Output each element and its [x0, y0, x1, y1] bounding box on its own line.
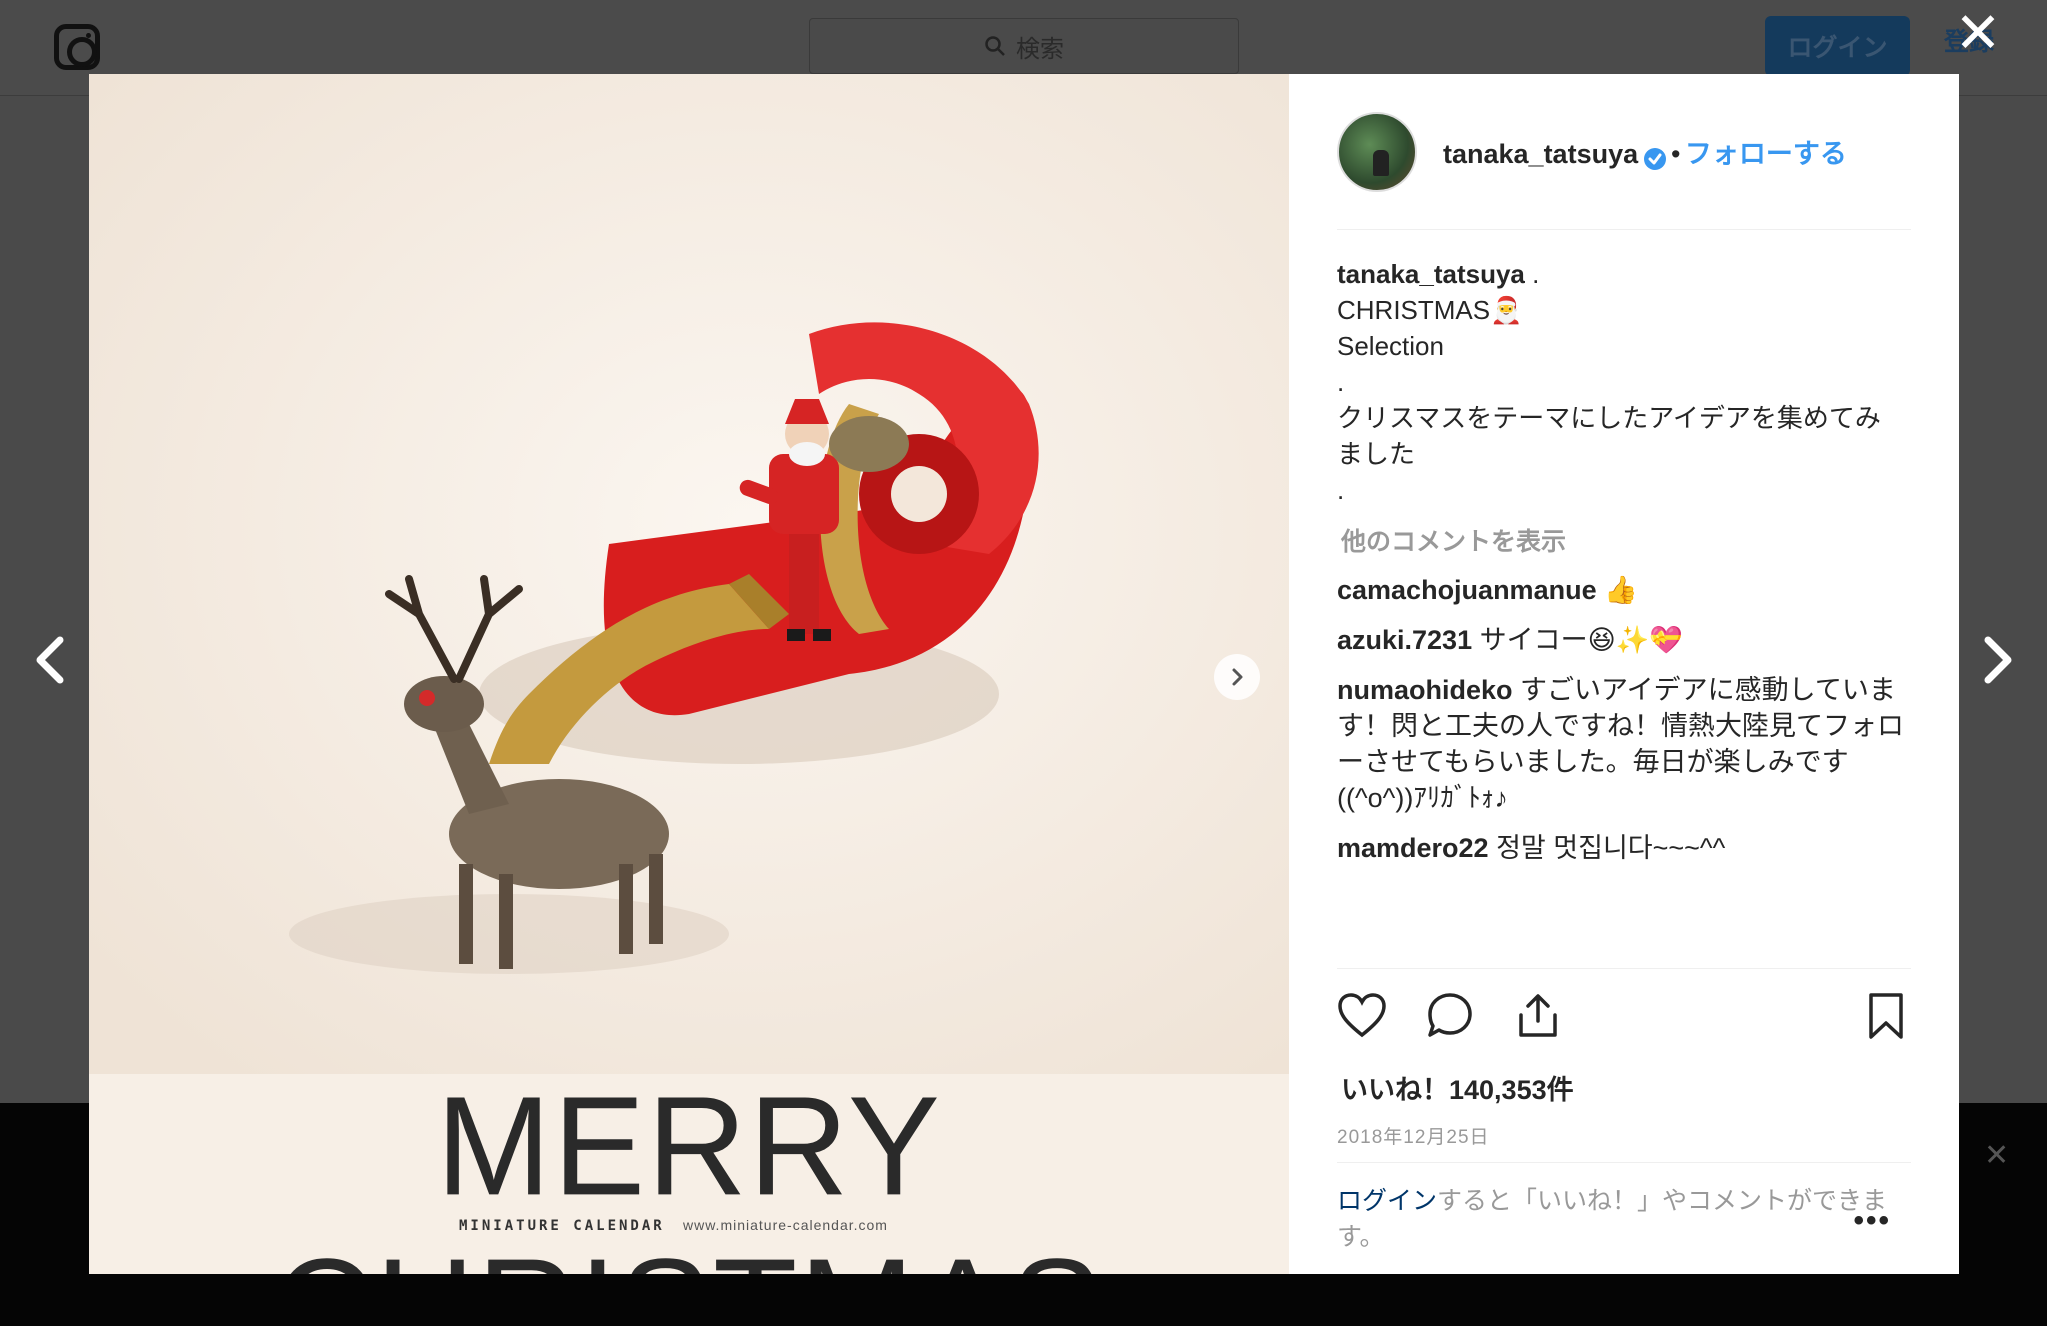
login-prompt-link[interactable]: ログイン: [1337, 1187, 1437, 1215]
comment-text: 정말 멋집니다~~~^^: [1488, 833, 1726, 863]
chevron-right-icon: [1232, 668, 1243, 686]
comment-username[interactable]: camachojuanmanue: [1337, 575, 1597, 605]
caption-line: Selection: [1337, 331, 1444, 361]
comment-username[interactable]: azuki.7231: [1337, 625, 1472, 655]
header-login-button[interactable]: ログイン: [1765, 16, 1910, 76]
avatar[interactable]: [1337, 111, 1417, 192]
verified-badge-icon: [1643, 147, 1666, 170]
comment-text: 👍: [1596, 575, 1638, 605]
caption-username[interactable]: tanaka_tatsuya: [1337, 259, 1525, 289]
caption-line: CHRISTMAS🎅: [1337, 295, 1523, 325]
close-modal-icon[interactable]: ✕: [1953, 5, 2003, 61]
bookmark-icon[interactable]: [1861, 991, 1911, 1041]
share-icon[interactable]: [1513, 991, 1563, 1041]
separator-dot: •: [1671, 139, 1681, 169]
post-modal: MERRY CHRISTMAS MINIATURE CALENDAR www.m…: [89, 74, 1959, 1274]
caption-line: ました: [1337, 439, 1416, 469]
comment: mamdero22 정말 멋집니다~~~^^: [1337, 830, 1911, 866]
login-prompt: ログインすると「いいね！」やコメントができます。: [1337, 1162, 1911, 1255]
heart-icon[interactable]: [1337, 991, 1387, 1041]
post-date: 2018年12月25日: [1337, 1127, 1490, 1148]
follow-button[interactable]: フォローする: [1685, 139, 1847, 169]
comment: numaohideko すごいアイデアに感動しています！閃と工夫の人ですね！情熱…: [1337, 672, 1911, 816]
caption-line: .: [1532, 259, 1540, 289]
post-photo[interactable]: MERRY CHRISTMAS MINIATURE CALENDAR www.m…: [89, 74, 1289, 1274]
comment: azuki.7231 サイコー😆✨💝: [1337, 622, 1911, 658]
post-header: tanaka_tatsuya • フォローする: [1337, 74, 1911, 230]
post-caption: tanaka_tatsuya . CHRISTMAS🎅 Selection . …: [1337, 230, 1911, 508]
more-options-icon[interactable]: •••: [1853, 1204, 1891, 1238]
likes-count[interactable]: いいね！140,353件: [1341, 1068, 1574, 1107]
christmas-miniature-photo: [89, 74, 1289, 1074]
load-more-comments-button[interactable]: 他のコメントを表示: [1337, 522, 1911, 558]
carousel-next-button[interactable]: [1214, 654, 1260, 700]
instagram-logo-icon[interactable]: [54, 24, 100, 70]
caption-line: .: [1337, 475, 1345, 505]
post-username[interactable]: tanaka_tatsuya: [1443, 139, 1638, 169]
comment-username[interactable]: mamdero22: [1337, 833, 1489, 863]
next-post-icon[interactable]: [1972, 630, 2022, 690]
comment-text: サイコー😆✨💝: [1472, 625, 1683, 655]
footer-close-icon[interactable]: ✕: [1984, 1138, 2009, 1173]
caption-line: クリスマスをテーマにしたアイデアを集めてみ: [1337, 403, 1881, 433]
search-placeholder: 検索: [1016, 35, 1064, 63]
action-bar: [1337, 968, 1911, 1068]
image-brand-text: MINIATURE CALENDAR: [459, 1218, 665, 1234]
previous-post-icon[interactable]: [26, 630, 76, 690]
search-icon: [985, 36, 1005, 56]
comment-icon[interactable]: [1425, 991, 1475, 1041]
caption-line: .: [1337, 367, 1345, 397]
search-input[interactable]: 検索: [809, 18, 1239, 74]
comment: camachojuanmanue 👍: [1337, 572, 1911, 608]
comment-username[interactable]: numaohideko: [1337, 675, 1513, 705]
post-sidebar: tanaka_tatsuya • フォローする tanaka_tatsuya .…: [1289, 74, 1959, 1274]
image-url-text: www.miniature-calendar.com: [683, 1217, 888, 1233]
image-title-text: MERRY CHRISTMAS: [274, 1067, 1103, 1274]
